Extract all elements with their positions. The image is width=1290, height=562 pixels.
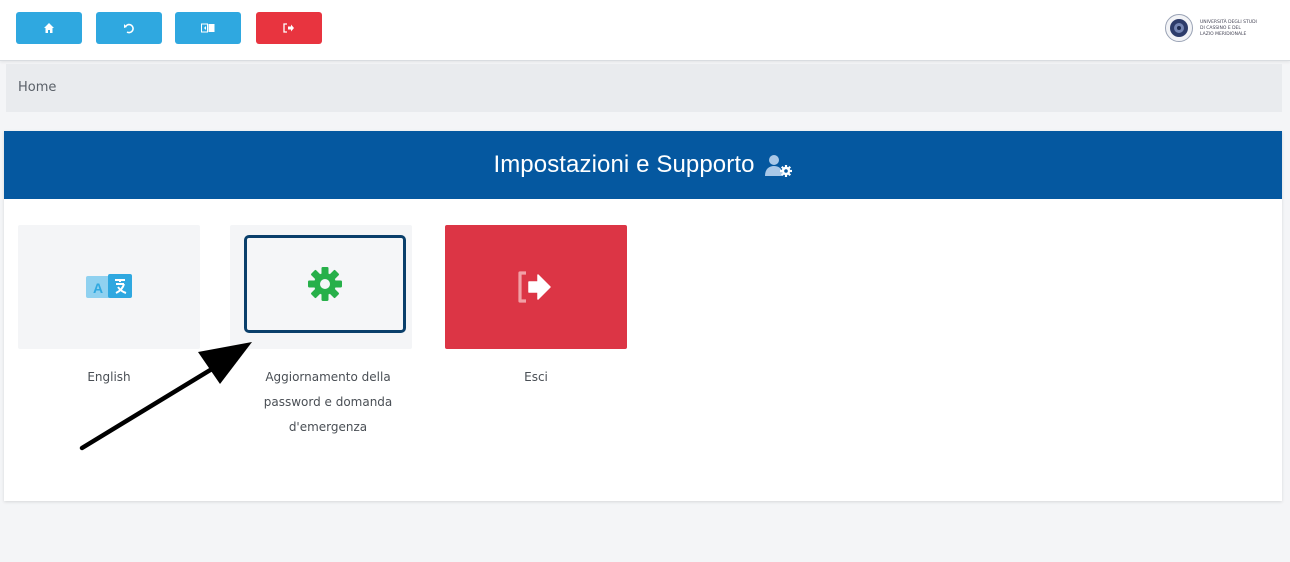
breadcrumb: Home	[6, 64, 1282, 112]
language-icon: A	[86, 274, 132, 298]
card-header: Impostazioni e Supporto	[4, 131, 1282, 199]
esci-tile[interactable]	[445, 225, 627, 349]
password-label-line-3: d'emergenza	[288, 420, 368, 434]
password-update-tile-focus[interactable]	[244, 235, 406, 333]
sign-out-icon	[518, 271, 551, 303]
page-title: Impostazioni e Supporto	[493, 151, 755, 178]
password-update-tile-label: Aggiornamento della password e domanda d…	[230, 365, 426, 440]
english-tile-label: English	[87, 370, 131, 384]
logo-line-2: DI CASSINO E DEL	[1200, 25, 1241, 31]
university-logo: UNIVERSITÀ DEGLI STUDI DI CASSINO E DEL …	[1164, 12, 1276, 44]
password-label-line-2: password e domanda	[263, 395, 393, 409]
password-update-tile[interactable]	[230, 225, 412, 349]
user-gear-icon	[764, 155, 792, 177]
sign-out-icon	[283, 23, 294, 33]
home-button[interactable]	[16, 12, 82, 44]
home-icon	[44, 23, 54, 33]
undo-icon	[124, 23, 134, 34]
logout-button[interactable]	[256, 12, 322, 44]
back-button[interactable]	[96, 12, 162, 44]
top-navbar: UNIVERSITÀ DEGLI STUDI DI CASSINO E DEL …	[0, 0, 1290, 61]
breadcrumb-home-link[interactable]: Home	[18, 80, 56, 95]
university-seal-icon	[1165, 14, 1193, 42]
gear-icon	[308, 267, 342, 301]
display-button[interactable]	[175, 12, 241, 44]
svg-text:A: A	[93, 280, 103, 296]
settings-card: Impostazioni e Supporto A English Aggior…	[4, 131, 1282, 501]
logo-line-1: UNIVERSITÀ DEGLI STUDI	[1200, 19, 1257, 25]
esci-tile-label: Esci	[524, 370, 548, 384]
logo-line-3: LAZIO MERIDIONALE	[1200, 31, 1247, 37]
display-icon	[201, 23, 215, 33]
english-tile[interactable]: A	[18, 225, 200, 349]
password-label-line-1: Aggiornamento della	[265, 370, 391, 384]
